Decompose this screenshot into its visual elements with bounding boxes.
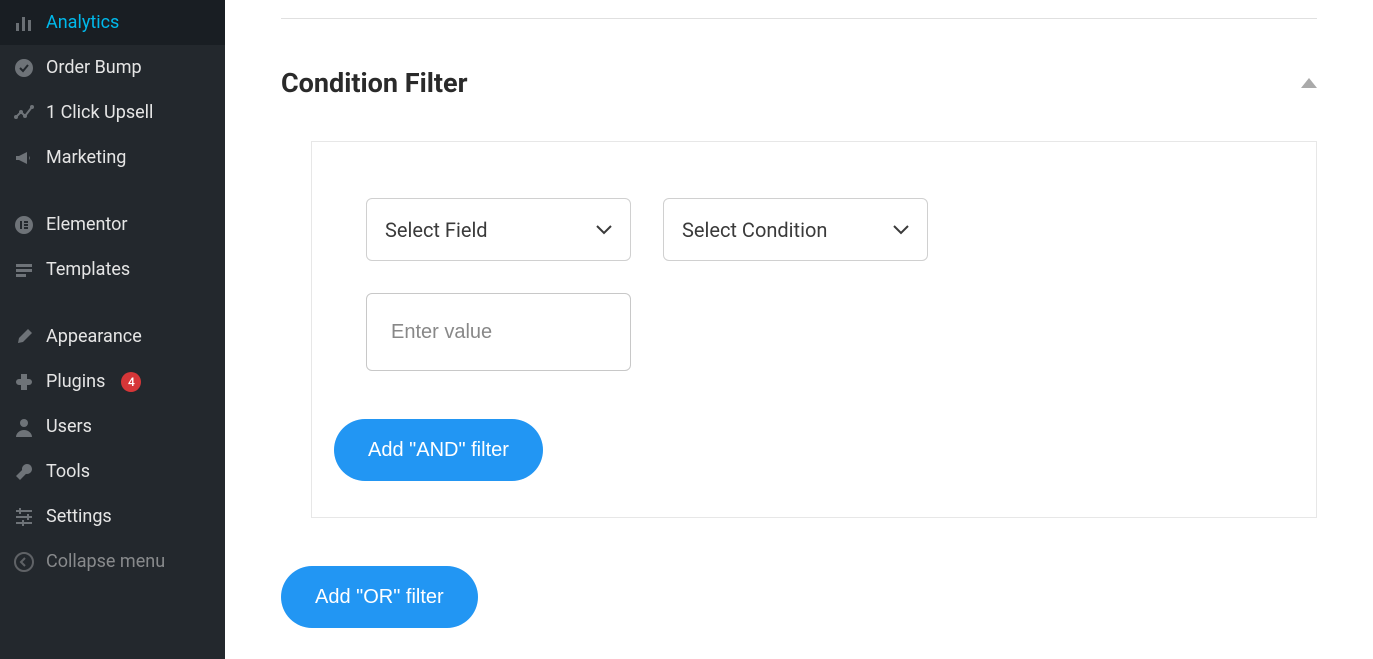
sidebar-item-label: Order Bump <box>46 57 142 78</box>
collapse-section-icon[interactable] <box>1301 78 1317 88</box>
sidebar: Analytics Order Bump 1 Click Upsell Mark… <box>0 0 225 659</box>
section-title: Condition Filter <box>281 67 467 99</box>
select-condition-label: Select Condition <box>682 218 827 242</box>
sidebar-item-label: Analytics <box>46 12 119 33</box>
sidebar-item-elementor[interactable]: Elementor <box>0 202 225 247</box>
sidebar-item-marketing[interactable]: Marketing <box>0 135 225 180</box>
sidebar-item-plugins[interactable]: Plugins 4 <box>0 359 225 404</box>
chevron-down-icon <box>893 225 909 235</box>
sidebar-item-label: Settings <box>46 506 112 527</box>
filter-value-input[interactable] <box>366 293 631 371</box>
select-condition-dropdown[interactable]: Select Condition <box>663 198 928 261</box>
sidebar-item-label: Marketing <box>46 147 126 168</box>
sidebar-item-label: Tools <box>46 461 90 482</box>
analytics-icon <box>14 13 34 33</box>
plugins-badge: 4 <box>121 372 141 392</box>
sidebar-item-analytics[interactable]: Analytics <box>0 0 225 45</box>
check-circle-icon <box>14 58 34 78</box>
add-and-filter-button[interactable]: Add "AND" filter <box>334 419 543 481</box>
brush-icon <box>14 327 34 347</box>
wrench-icon <box>14 462 34 482</box>
plugin-icon <box>14 372 34 392</box>
chevron-down-icon <box>596 225 612 235</box>
chart-up-icon <box>14 103 34 123</box>
sidebar-item-settings[interactable]: Settings <box>0 494 225 539</box>
collapse-icon <box>14 552 34 572</box>
sidebar-item-tools[interactable]: Tools <box>0 449 225 494</box>
sidebar-item-upsell[interactable]: 1 Click Upsell <box>0 90 225 135</box>
sidebar-item-label: Plugins <box>46 371 105 392</box>
sidebar-item-label: Collapse menu <box>46 551 165 572</box>
sidebar-collapse-menu[interactable]: Collapse menu <box>0 539 225 584</box>
sidebar-item-appearance[interactable]: Appearance <box>0 314 225 359</box>
filter-card: Select Field Select Condition Add "AND" … <box>311 141 1317 518</box>
add-or-filter-button[interactable]: Add "OR" filter <box>281 566 478 628</box>
sidebar-item-users[interactable]: Users <box>0 404 225 449</box>
elementor-icon <box>14 215 34 235</box>
sliders-icon <box>14 507 34 527</box>
sidebar-item-label: Templates <box>46 259 130 280</box>
sidebar-item-label: Elementor <box>46 214 128 235</box>
user-icon <box>14 417 34 437</box>
sidebar-item-label: Appearance <box>46 326 142 347</box>
sidebar-item-label: 1 Click Upsell <box>46 102 153 123</box>
sidebar-item-label: Users <box>46 416 92 437</box>
sidebar-item-order-bump[interactable]: Order Bump <box>0 45 225 90</box>
select-field-label: Select Field <box>385 218 488 242</box>
section-header[interactable]: Condition Filter <box>281 19 1317 129</box>
sidebar-item-templates[interactable]: Templates <box>0 247 225 292</box>
templates-icon <box>14 260 34 280</box>
select-field-dropdown[interactable]: Select Field <box>366 198 631 261</box>
megaphone-icon <box>14 148 34 168</box>
main-content: Condition Filter Select Field Select Con… <box>225 0 1373 659</box>
filter-row: Select Field Select Condition <box>366 198 1262 261</box>
